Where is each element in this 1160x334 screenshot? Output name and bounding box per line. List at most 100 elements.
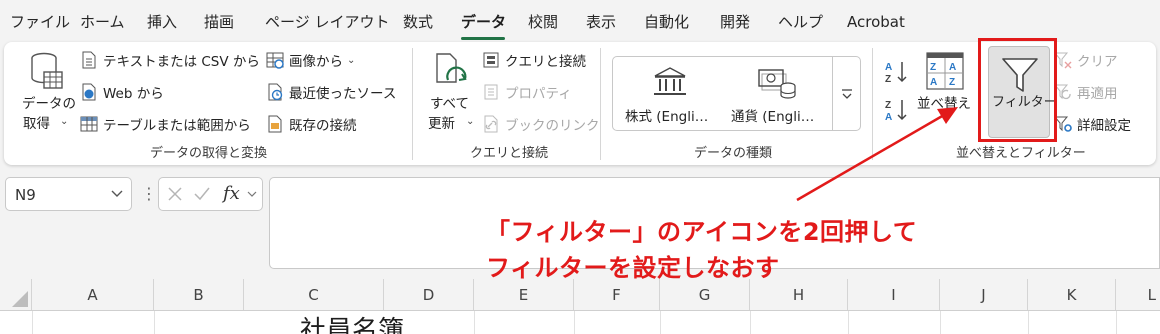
reapply-filter-button[interactable]: 再適用 [1054,80,1118,104]
edit-links-button[interactable]: ブックのリンク [482,112,600,136]
stocks-label: 株式 (Engli… [625,109,709,125]
recent-sources-button[interactable]: 最近使ったソース [266,80,396,104]
from-text-csv-label: テキストまたは CSV から [103,54,260,70]
sort-button[interactable]: Z A A Z 並べ替え [916,50,974,130]
web-icon [82,83,96,101]
column-header-e[interactable]: E [474,279,574,310]
cell-title[interactable]: 社員名簿 [300,310,404,334]
from-picture-label: 画像から [289,54,343,70]
group-label-get-transform: データの取得と変換 [150,146,268,161]
recent-sources-label: 最近使ったソース [289,86,397,102]
group-separator [412,48,413,160]
tab-draw[interactable]: 描画 [204,12,234,32]
tab-help[interactable]: ヘルプ [778,12,823,32]
column-header-k[interactable]: K [1028,279,1116,310]
recent-sources-icon [268,83,283,101]
column-headers: A B C D E F G H I J K L [0,279,1160,311]
from-web-button[interactable]: Web から [80,80,164,104]
tab-developer[interactable]: 開発 [720,12,750,32]
tab-file[interactable]: ファイル [10,12,70,32]
properties-label: プロパティ [505,86,572,102]
chevron-down-icon: ⌄ [60,116,69,127]
properties-button[interactable]: プロパティ [482,80,572,104]
currency-icon [758,69,796,99]
select-all-icon [12,291,28,307]
enter-check-icon[interactable] [193,186,211,202]
menu-bar: ファイル ホーム 挿入 描画 ページ レイアウト 数式 データ 校閲 表示 自動… [0,0,1160,42]
more-options-icon[interactable]: ⋮ [141,184,157,203]
group-separator [872,48,873,160]
data-types-more-button[interactable] [832,57,860,130]
from-table-label: テーブルまたは範囲から [103,118,251,134]
existing-connections-label: 既存の接続 [289,118,357,134]
column-header-h[interactable]: H [750,279,848,310]
chevron-down-icon [247,191,257,197]
tab-automate[interactable]: 自動化 [644,12,689,32]
tab-view[interactable]: 表示 [586,12,616,32]
get-data-button[interactable]: データの 取得 ⌄ [20,50,76,132]
currencies-label: 通貨 (Engli… [731,109,815,125]
worksheet-grid[interactable] [0,311,1160,334]
grid-line [32,311,33,334]
advanced-filter-button[interactable]: 詳細設定 [1054,112,1131,136]
formula-controls: fx [158,177,263,211]
name-box[interactable]: N9 [5,177,132,211]
grid-line [848,311,849,334]
queries-connections-label: クエリと接続 [505,54,586,70]
reapply-filter-label: 再適用 [1077,86,1118,102]
column-header-f[interactable]: F [574,279,660,310]
tab-home[interactable]: ホーム [80,12,125,32]
from-text-csv-button[interactable]: テキストまたは CSV から [80,48,260,72]
queries-connections-button[interactable]: クエリと接続 [482,48,586,72]
svg-text:A: A [885,112,892,122]
grid-line [574,311,575,334]
column-header-j[interactable]: J [940,279,1028,310]
annotation-line-1: 「フィルター」のアイコンを2回押して [486,218,918,246]
group-label-queries: クエリと接続 [470,146,549,161]
column-header-l[interactable]: L [1116,279,1160,310]
tab-data[interactable]: データ [461,12,506,32]
clear-filter-button[interactable]: クリア [1054,48,1118,72]
tab-acrobat[interactable]: Acrobat [847,12,905,32]
grid-line [1028,311,1029,334]
insert-function-icon[interactable]: fx [223,183,240,204]
column-header-b[interactable]: B [154,279,244,310]
column-header-c[interactable]: C [244,279,384,310]
refresh-icon [436,53,467,83]
currencies-data-type-button[interactable]: 通貨 (Engli… [725,57,831,130]
sort-z-to-a-button[interactable]: Z A [884,98,910,123]
text-file-icon [82,51,96,69]
existing-connections-icon [268,115,282,133]
sort-a-to-z-button[interactable]: A Z [884,60,910,85]
column-header-i[interactable]: I [848,279,940,310]
tab-page-layout[interactable]: ページ レイアウト [265,12,389,32]
group-label-data-types: データの種類 [694,146,773,161]
stocks-data-type-button[interactable]: 株式 (Engli… [617,57,723,130]
from-table-button[interactable]: テーブルまたは範囲から [80,112,251,136]
cancel-icon[interactable] [167,186,183,202]
refresh-all-label-1: すべて [430,96,470,112]
data-types-gallery: 株式 (Engli… 通貨 (Engli… [612,56,861,131]
svg-text:A: A [949,62,956,73]
tab-review[interactable]: 校閲 [528,12,558,32]
get-data-label-2: 取得 [23,116,50,132]
tab-insert[interactable]: 挿入 [147,12,177,32]
column-header-d[interactable]: D [384,279,474,310]
svg-text:Z: Z [930,62,936,73]
svg-text:Z: Z [885,100,891,111]
select-all-corner[interactable] [0,279,32,310]
gallery-more-icon [841,88,852,99]
refresh-all-button[interactable]: すべて 更新 ⌄ [422,50,478,134]
column-header-a[interactable]: A [32,279,154,310]
grid-line [154,311,155,334]
tab-formulas[interactable]: 数式 [403,12,433,32]
properties-icon [484,84,498,100]
active-tab-indicator [461,37,505,40]
existing-connections-button[interactable]: 既存の接続 [266,112,357,136]
column-header-g[interactable]: G [660,279,750,310]
grid-line [750,311,751,334]
edit-links-label: ブックのリンク [505,118,600,134]
svg-text:A: A [885,62,892,73]
sort-label: 並べ替え [917,96,971,112]
from-picture-button[interactable]: 画像から ⌄ [266,48,355,72]
